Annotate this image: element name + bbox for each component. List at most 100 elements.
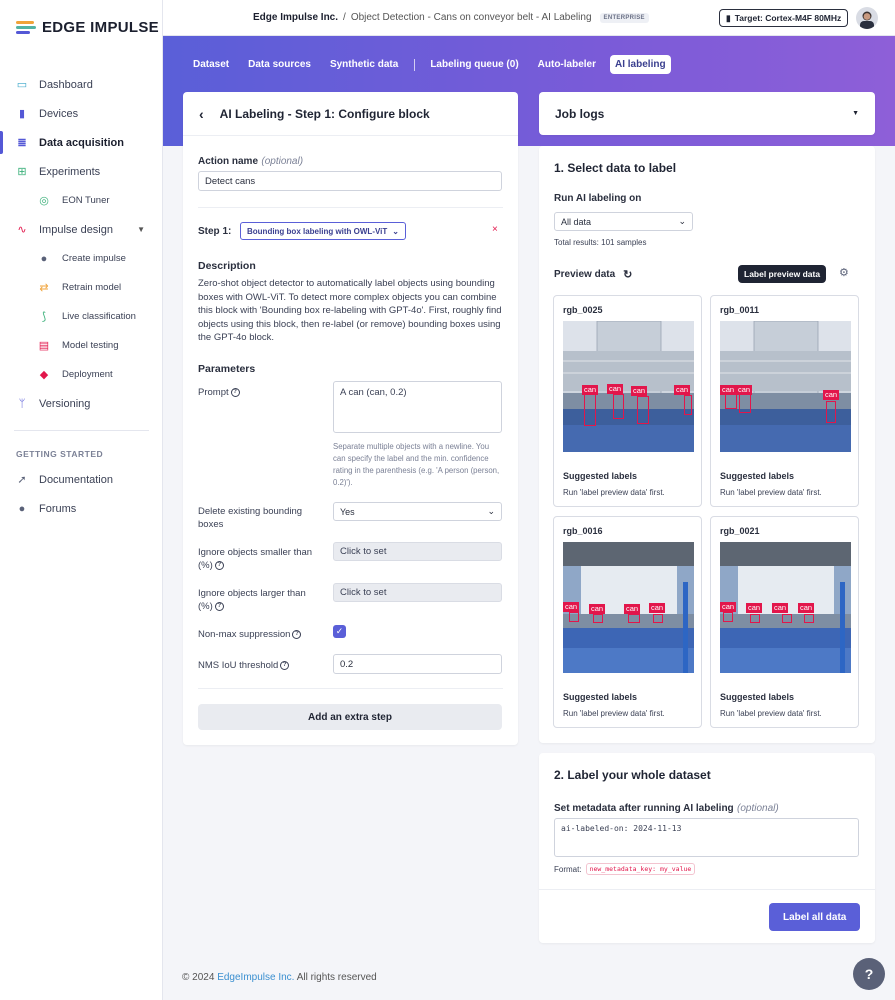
sidebar-item-create-impulse[interactable]: ● Create impulse	[0, 244, 163, 273]
label-dataset-card: 2. Label your whole dataset Set metadata…	[539, 753, 875, 943]
suggested-labels-hint: Run 'label preview data' first.	[563, 709, 665, 718]
footer-company-link[interactable]: EdgeImpulse Inc.	[217, 972, 294, 983]
suggested-labels-title: Suggested labels	[563, 692, 638, 702]
table-icon: ⊞	[17, 166, 27, 178]
sidebar-item-label: Live classification	[62, 311, 136, 322]
preview-card[interactable]: rgb_0011 can can can Suggested labels Ru…	[710, 295, 859, 507]
breadcrumb-separator: /	[343, 12, 346, 23]
breadcrumb-org[interactable]: Edge Impulse Inc.	[253, 12, 338, 23]
sidebar-item-deployment[interactable]: ◆ Deployment	[0, 360, 163, 389]
caret-down-icon[interactable]: ▼	[137, 225, 145, 234]
format-label: Format:	[554, 864, 582, 874]
description-title: Description	[198, 260, 256, 272]
sidebar-item-experiments[interactable]: ⊞ Experiments	[0, 157, 163, 186]
database-icon: ≣	[17, 137, 27, 149]
bounding-box	[637, 396, 649, 424]
suggested-labels-hint: Run 'label preview data' first.	[720, 709, 822, 718]
sidebar-item-eon-tuner[interactable]: ◎ EON Tuner	[0, 186, 163, 215]
total-results: Total results: 101 samples	[554, 238, 647, 247]
bounding-box-label: can	[772, 603, 789, 613]
suggested-labels-title: Suggested labels	[720, 692, 795, 702]
tab-auto-labeler[interactable]: Auto-labeler	[533, 55, 601, 74]
bounding-box	[804, 614, 814, 623]
help-icon[interactable]: ?	[214, 601, 224, 611]
help-icon[interactable]: ?	[214, 560, 224, 570]
help-icon[interactable]: ?	[292, 629, 302, 639]
tab-divider	[414, 58, 416, 71]
select-data-title: 1. Select data to label	[554, 161, 677, 175]
sidebar-item-forums[interactable]: ● Forums	[0, 494, 163, 523]
preview-data-label: Preview data ↻	[554, 268, 632, 281]
sidebar-item-impulse-design[interactable]: ∿ Impulse design ▼	[0, 215, 163, 244]
bounding-box	[613, 394, 624, 419]
sidebar-item-dashboard[interactable]: ▭ Dashboard	[0, 70, 163, 99]
settings-gear-icon[interactable]: ⚙	[839, 266, 849, 279]
prompt-textarea[interactable]: A can (can, 0.2)	[333, 381, 502, 433]
sidebar-item-data-acquisition[interactable]: ≣ Data acquisition	[0, 128, 163, 157]
divider	[198, 207, 503, 208]
target-device-button[interactable]: ▮ Target: Cortex-M4F 80MHz	[719, 9, 849, 27]
bounding-box	[569, 612, 579, 622]
clipboard-icon: ▤	[38, 340, 50, 352]
sidebar-item-versioning[interactable]: ᛘ Versioning	[0, 389, 163, 418]
bounding-box-label: can	[674, 385, 691, 395]
action-name-text: Action name	[198, 156, 259, 167]
preview-card[interactable]: rgb_0025 can can can can Suggested label…	[553, 295, 702, 507]
tab-labeling-queue[interactable]: Labeling queue (0)	[425, 55, 523, 74]
cube-icon: ◆	[39, 369, 49, 381]
back-arrow-icon[interactable]: ‹	[199, 106, 204, 122]
sidebar-item-model-testing[interactable]: ▤ Model testing	[0, 331, 163, 360]
remove-step-icon[interactable]: ×	[492, 224, 498, 235]
sidebar-item-devices[interactable]: ▮ Devices	[0, 99, 163, 128]
tab-dataset[interactable]: Dataset	[188, 55, 234, 74]
select-data-card: 1. Select data to label Run AI labeling …	[539, 146, 875, 743]
preview-card[interactable]: rgb_0021 can can can can Suggested label…	[710, 516, 859, 728]
prompt-help-text: Separate multiple objects with a newline…	[333, 442, 500, 487]
run-on-select[interactable]: All data ⌄	[554, 212, 693, 231]
rocket-icon: ➚	[17, 474, 27, 486]
bounding-box	[723, 612, 733, 622]
nms-checkbox[interactable]: ✓	[333, 625, 346, 638]
help-icon[interactable]: ?	[230, 387, 240, 397]
help-icon[interactable]: ?	[280, 660, 290, 670]
sidebar-item-label: Forums	[39, 502, 77, 515]
delete-existing-select[interactable]: Yes ⌄	[333, 502, 502, 521]
job-logs-header[interactable]: Job logs ▼	[539, 92, 875, 135]
breadcrumb-project[interactable]: Object Detection - Cans on conveyor belt…	[351, 12, 592, 23]
refresh-icon[interactable]: ↻	[623, 268, 632, 281]
brand-logo[interactable]: EDGE IMPULSE	[16, 19, 159, 36]
metadata-textarea[interactable]: ai-labeled-on: 2024-11-13	[554, 818, 859, 857]
sidebar-item-label: Model testing	[62, 340, 119, 351]
sidebar-item-documentation[interactable]: ➚ Documentation	[0, 465, 163, 494]
bounding-box	[782, 614, 792, 623]
device-icon: ▮	[18, 108, 26, 120]
bounding-box	[826, 401, 836, 423]
bounding-box-label: can	[823, 390, 840, 400]
preview-image: can can can can	[720, 542, 851, 673]
nms-iou-input[interactable]: 0.2	[333, 654, 502, 674]
sidebar-item-live-classification[interactable]: ⟆ Live classification	[0, 302, 163, 331]
divider	[539, 889, 875, 890]
ignore-smaller-input[interactable]: Click to set	[333, 542, 502, 561]
label-all-data-button[interactable]: Label all data	[769, 903, 861, 931]
tab-synthetic-data[interactable]: Synthetic data	[325, 55, 403, 74]
bounding-box-label: can	[631, 386, 648, 396]
ignore-larger-input[interactable]: Click to set	[333, 583, 502, 602]
sidebar-item-retrain-model[interactable]: ⇄ Retrain model	[0, 273, 163, 302]
job-logs-card[interactable]: Job logs ▼	[539, 92, 875, 135]
avatar[interactable]	[856, 7, 878, 29]
help-button[interactable]: ?	[853, 958, 885, 990]
action-name-input[interactable]: Detect cans	[198, 171, 502, 191]
label-dataset-title: 2. Label your whole dataset	[554, 768, 711, 782]
label-preview-data-button[interactable]: Label preview data	[738, 265, 827, 283]
job-logs-title: Job logs	[555, 106, 605, 121]
sidebar-divider	[14, 430, 149, 431]
block-select[interactable]: Bounding box labeling with OWL-ViT ⌄	[240, 222, 406, 240]
prompt-label: Prompt?	[198, 386, 240, 399]
tab-data-sources[interactable]: Data sources	[243, 55, 316, 74]
footer: © 2024 EdgeImpulse Inc. All rights reser…	[182, 972, 377, 983]
add-extra-step-button[interactable]: Add an extra step	[198, 704, 502, 730]
preview-card[interactable]: rgb_0016 can can can can Suggested label…	[553, 516, 702, 728]
tab-ai-labeling[interactable]: AI labeling	[610, 55, 671, 74]
action-name-label: Action name (optional)	[198, 153, 303, 167]
